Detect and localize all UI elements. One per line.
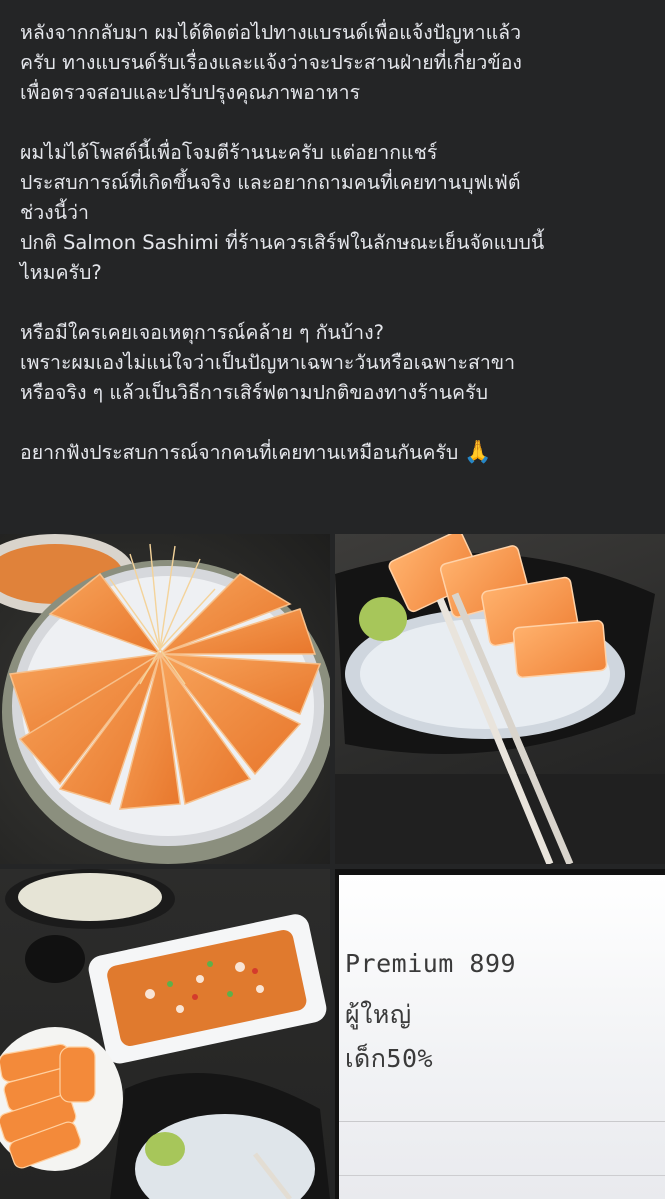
pray-emoji-icon: 🙏 [464,440,492,465]
post-paragraph-3: หรือมีใครเคยเจอเหตุการณ์คล้าย ๆ กันบ้าง?… [20,321,516,404]
receipt-line-child: เด็ก50% [345,1044,434,1073]
salmon-bowl-illustration [0,534,330,864]
post-paragraph-1: หลังจากกลับมา ผมได้ติดต่อไปทางแบรนด์เพื่… [20,21,522,104]
photo-salmon-ice-dish[interactable] [335,534,665,864]
receipt-line-package: Premium 899 [345,949,517,978]
receipt-divider-2 [339,1175,665,1176]
table-spread-illustration [0,869,330,1199]
post-paragraph-4-text: อยากฟังประสบการณ์จากคนที่เคยทานเหมือนกัน… [20,441,459,464]
salmon-ice-dish-illustration [335,534,665,864]
photo-table-spread[interactable] [0,869,330,1199]
post-text: หลังจากกลับมา ผมได้ติดต่อไปทางแบรนด์เพื่… [0,0,665,468]
post-paragraph-4: อยากฟังประสบการณ์จากคนที่เคยทานเหมือนกัน… [20,438,649,468]
photo-grid: Premium 899 ผู้ใหญ่ เด็ก50% [0,534,665,1199]
photo-salmon-bowl[interactable] [0,534,330,864]
photo-receipt[interactable]: Premium 899 ผู้ใหญ่ เด็ก50% [335,869,665,1199]
receipt-paper: Premium 899 ผู้ใหญ่ เด็ก50% [339,875,665,1199]
receipt-divider [339,1121,665,1122]
receipt-line-adult: ผู้ใหญ่ [345,1000,412,1029]
post-paragraph-2: ผมไม่ได้โพสต์นี้เพื่อโจมตีร้านนะครับ แต่… [20,141,545,284]
